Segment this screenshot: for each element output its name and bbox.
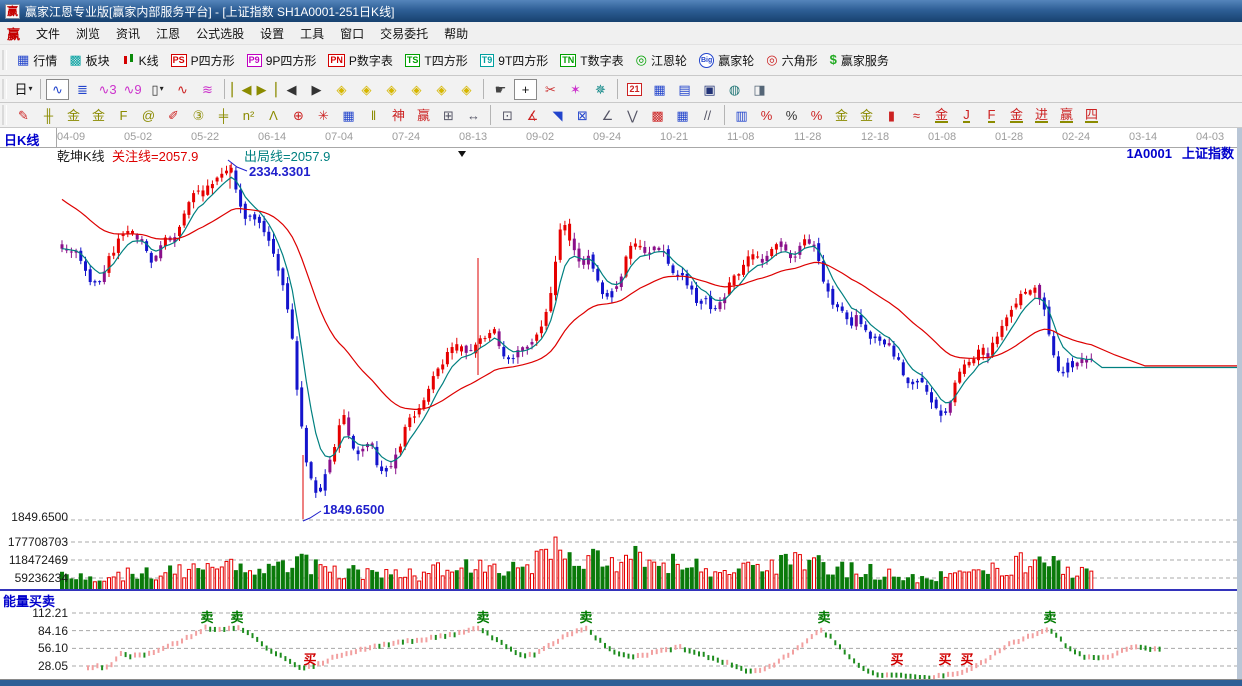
date-tick-label: 09-02 [526, 131, 555, 143]
window-bottom-edge [0, 680, 1242, 686]
indicator-axis-label-3: 56.10 [37, 641, 68, 655]
date-tick-label: 11-08 [727, 131, 755, 143]
instrument-name: 上证指数 [1181, 146, 1234, 161]
sell-signal-label: 卖 [230, 610, 243, 625]
date-tick-label: 12-18 [861, 131, 890, 143]
indicator-pane-divider [0, 589, 1242, 591]
date-tick-label: 08-13 [459, 131, 488, 143]
indicator-axis-label-2: 84.16 [37, 624, 68, 638]
buy-signal-label: 买 [938, 652, 951, 667]
date-tick-label: 03-14 [1129, 131, 1158, 143]
indicator-axis-label-4: 28.05 [37, 659, 68, 673]
trough-price-annotation: 1849.6500 [323, 502, 385, 517]
indicator-axis-label-1: 112.21 [32, 606, 68, 620]
sell-signal-label: 卖 [817, 610, 830, 625]
instrument-code: 1A0001 [1126, 146, 1172, 161]
date-tick-label: 05-22 [191, 131, 220, 143]
sell-signal-label: 卖 [579, 610, 592, 625]
date-tick-label: 07-24 [392, 131, 421, 143]
buy-signal-label: 买 [303, 652, 316, 667]
volume-axis-label-1: 177708703 [7, 535, 68, 549]
sell-signal-label: 卖 [476, 610, 489, 625]
date-tick-label: 11-28 [794, 131, 822, 143]
kline-chart-canvas[interactable]: 卖卖卖卖卖卖买买买买 [0, 0, 1242, 686]
date-tick-label: 06-14 [258, 131, 287, 143]
volume-axis-label-2: 118472469 [8, 553, 68, 567]
date-tick-label: 05-02 [124, 131, 153, 143]
date-tick-label: 04-03 [1196, 131, 1225, 143]
date-tick-label: 09-24 [593, 131, 622, 143]
attention-line-label: 关注线=2057.9 [112, 149, 199, 164]
exit-line-label: 出局线=2057.9 [244, 149, 331, 164]
date-tick-label: 07-04 [325, 131, 354, 143]
date-tick-label: 10-21 [660, 131, 689, 143]
date-tick-label: 04-09 [57, 131, 86, 143]
sell-signal-label: 卖 [1043, 610, 1056, 625]
peak-price-annotation: 2334.3301 [249, 164, 311, 179]
buy-signal-label: 买 [890, 652, 903, 667]
date-tick-label: 01-08 [928, 131, 957, 143]
buy-signal-label: 买 [960, 652, 973, 667]
instrument-label: 1A0001 上证指数 [1126, 143, 1234, 162]
date-tick-label: 02-24 [1062, 131, 1091, 143]
application-window: 赢 赢家江恩专业版[赢家内部服务平台] - [上证指数 SH1A0001-251… [0, 0, 1242, 686]
overlay-kline-label: 乾坤K线 [57, 149, 105, 164]
period-label: 日K线 [4, 133, 40, 148]
date-tick-label: 01-28 [995, 131, 1024, 143]
window-right-edge [1237, 128, 1242, 680]
sell-signal-label: 卖 [200, 610, 213, 625]
price-axis-min-label: 1849.6500 [11, 510, 68, 524]
volume-axis-label-3: 59236234 [14, 571, 68, 585]
